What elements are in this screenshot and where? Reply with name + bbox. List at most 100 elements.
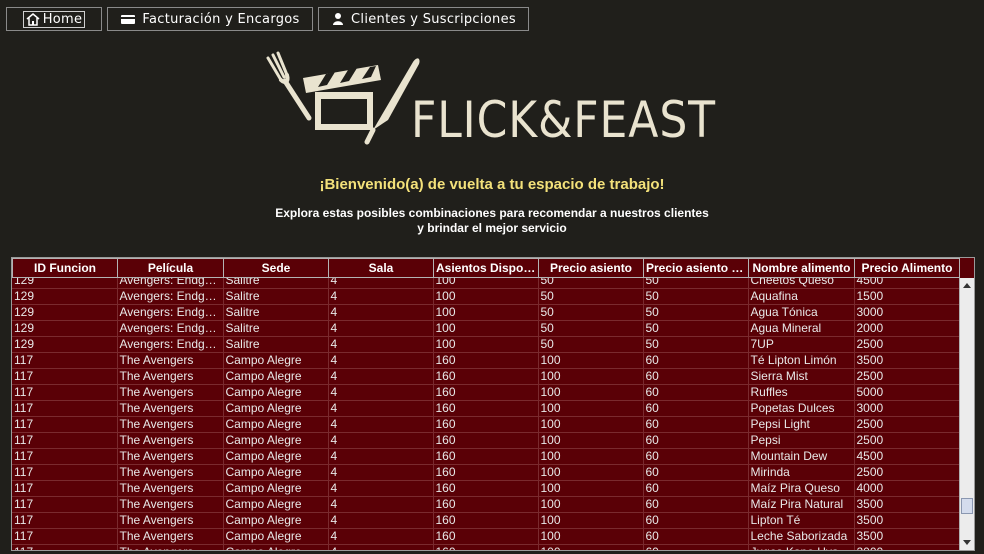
table-row[interactable]: 129 Avengers: Endga... Salitre 4 100 50 50 Aqua… [12,288,959,305]
table-cell: The Avengers [117,400,224,417]
table-cell: Campo Alegre [223,544,329,550]
table-cell: 100 [433,278,539,289]
table-cell: The Avengers [117,464,224,481]
combinations-table[interactable]: ID Funcion Película Sede Sala Asientos Dispo… [11,257,975,551]
table-cell: 100 [538,416,644,433]
table-cell: 160 [433,368,539,385]
table-cell: 117 [12,512,118,529]
column-header[interactable]: Asientos Dispon... [433,258,539,278]
table-cell: 50 [538,278,644,289]
vertical-scrollbar[interactable] [959,278,974,550]
table-cell: 4500 [854,448,959,465]
table-row[interactable]: 117 The Avengers Campo Alegre 4 160 100 60 Lipt… [12,512,959,529]
table-cell: Pepsi Light [748,416,855,433]
table-row[interactable]: 117 The Avengers Campo Alegre 4 160 100 60 Peps… [12,416,959,433]
table-cell: 5000 [854,384,959,401]
table-cell: 160 [433,496,539,513]
table-cell: Pepsi [748,432,855,449]
table-row[interactable]: 129 Avengers: Endga... Salitre 4 100 50 50 Agua… [12,304,959,321]
billing-button[interactable]: Facturación y Encargos [107,7,313,31]
column-header[interactable]: Sede [223,258,329,278]
table-row[interactable]: 129 Avengers: Endga... Salitre 4 100 50 50 Agua… [12,320,959,337]
table-cell: The Avengers [117,416,224,433]
table-cell: 4 [328,304,434,321]
table-row[interactable]: 117 The Avengers Campo Alegre 4 160 100 60 Té L… [12,352,959,369]
scroll-down-button[interactable] [960,535,974,550]
table-row[interactable]: 117 The Avengers Campo Alegre 4 160 100 60 Maíz… [12,496,959,513]
table-row[interactable]: 117 The Avengers Campo Alegre 4 160 100 60 Sier… [12,368,959,385]
table-cell: 60 [643,432,749,449]
table-cell: 3500 [854,352,959,369]
table-cell: The Avengers [117,448,224,465]
column-header[interactable]: Nombre alimento [748,258,855,278]
table-cell: Salitre [223,304,329,321]
table-cell: 100 [433,320,539,337]
table-cell: Ruffles [748,384,855,401]
table-cell: 60 [643,496,749,513]
table-row[interactable]: 129 Avengers: Endga... Salitre 4 100 50 50 Chee… [12,278,959,289]
table-row[interactable]: 117 The Avengers Campo Alegre 4 160 100 60 Miri… [12,464,959,481]
table-cell: Cheetos Queso [748,278,855,289]
table-cell: 3000 [854,304,959,321]
table-cell: 117 [12,384,118,401]
scroll-thumb[interactable] [961,498,973,514]
table-cell: 100 [433,336,539,353]
table-cell: 129 [12,288,118,305]
table-cell: 60 [643,400,749,417]
table-row[interactable]: 117The AvengersCampo Alegre416010060Jugo… [12,544,959,550]
table-cell: Campo Alegre [223,448,329,465]
table-cell: 2000 [854,320,959,337]
table-cell: 117 [12,544,118,550]
table-cell: The Avengers [117,432,224,449]
column-header[interactable]: Precio asiento p... [643,258,749,278]
welcome-heading: ¡Bienvenido(a) de vuelta a tu espacio de… [319,176,665,193]
table-row[interactable]: 117 The Avengers Campo Alegre 4 160 100 60 Lech… [12,528,959,545]
table-cell: Campo Alegre [223,400,329,417]
table-cell: The Avengers [117,528,224,545]
table-cell: Campo Alegre [223,528,329,545]
table-cell: 3500 [854,496,959,513]
table-cell: 129 [12,336,118,353]
scroll-up-button[interactable] [960,278,974,293]
table-cell: 100 [538,528,644,545]
clients-button[interactable]: Clientes y Suscripciones [318,7,529,31]
table-cell: 4 [328,512,434,529]
explore-text: Explora estas posibles combinaciones par… [0,206,984,236]
table-row[interactable]: 117 The Avengers Campo Alegre 4 160 100 60 Ruff… [12,384,959,401]
table-cell: 129 [12,320,118,337]
table-cell: Avengers: Endga... [117,320,224,337]
table-header: ID Funcion Película Sede Sala Asientos Dispo… [12,258,960,278]
home-button[interactable]: Home [6,7,102,31]
table-cell: Maíz Pira Queso [748,480,855,497]
table-cell: 100 [538,432,644,449]
column-header[interactable]: ID Funcion [12,258,118,278]
table-row[interactable]: 117 The Avengers Campo Alegre 4 160 100 60 Maíz… [12,480,959,497]
table-cell: 4 [328,278,434,289]
brand-name: FLICK&FEAST [411,91,716,145]
table-cell: 160 [433,384,539,401]
table-cell: 50 [538,304,644,321]
column-header[interactable]: Precio asiento [538,258,644,278]
table-cell: 2500 [854,432,959,449]
table-cell: Salitre [223,278,329,289]
table-cell: The Avengers [117,544,224,550]
table-cell: 60 [643,368,749,385]
table-cell: 4 [328,400,434,417]
table-cell: Campo Alegre [223,512,329,529]
table-cell: 160 [433,480,539,497]
table-row[interactable]: 117 The Avengers Campo Alegre 4 160 100 60 Moun… [12,448,959,465]
table-cell: 2500 [854,416,959,433]
table-cell: 117 [12,496,118,513]
column-header[interactable]: Sala [328,258,434,278]
table-cell: The Avengers [117,496,224,513]
table-cell: 117 [12,352,118,369]
table-row[interactable]: 117 The Avengers Campo Alegre 4 160 100 60 Pope… [12,400,959,417]
table-row[interactable]: 117 The Avengers Campo Alegre 4 160 100 60 Peps… [12,432,959,449]
table-cell: 60 [643,528,749,545]
table-cell: 160 [433,528,539,545]
table-cell: 50 [643,320,749,337]
table-cell: 60 [643,512,749,529]
column-header[interactable]: Película [117,258,224,278]
column-header[interactable]: Precio Alimento [854,258,960,278]
table-row[interactable]: 129 Avengers: Endga... Salitre 4 100 50 50 7UP 2… [12,336,959,353]
